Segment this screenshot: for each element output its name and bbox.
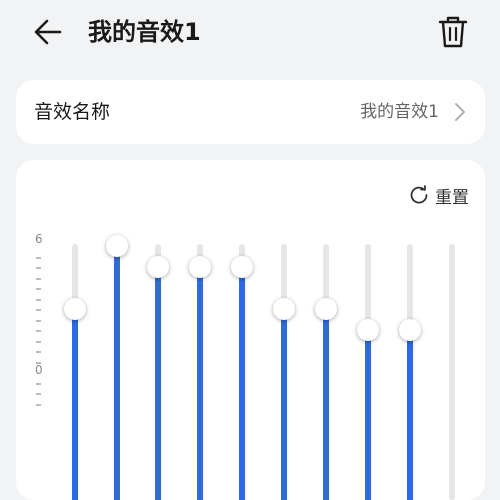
eq-band-fill	[239, 267, 245, 500]
trash-icon[interactable]	[436, 14, 470, 50]
eq-band-track[interactable]	[449, 244, 455, 500]
scale-tick	[36, 319, 41, 322]
page-title: 我的音效1	[88, 18, 201, 46]
scale-tick	[36, 393, 41, 395]
eq-band-knob[interactable]	[315, 298, 337, 320]
eq-band-fill	[72, 309, 78, 500]
effect-name-label: 音效名称	[34, 101, 111, 123]
reset-label: 重置	[435, 187, 469, 208]
scale-tick	[36, 267, 41, 269]
eq-band-knob[interactable]	[189, 256, 211, 278]
chevron-right-icon	[455, 103, 465, 121]
scale-tick	[36, 277, 41, 280]
eq-band-knob[interactable]	[399, 319, 421, 341]
scale-tick	[36, 298, 41, 301]
eq-band-knob[interactable]	[106, 235, 128, 257]
scale-tick	[36, 403, 41, 406]
reset-button[interactable]: 重置	[409, 182, 469, 208]
scale-top-label: 6	[35, 232, 43, 246]
eq-band-fill	[281, 309, 287, 500]
eq-band-fill	[407, 330, 413, 500]
effect-name-row[interactable]: 音效名称 我的音效1	[16, 80, 485, 144]
eq-band-fill	[114, 246, 120, 500]
scale-tick	[36, 382, 41, 385]
eq-band-fill	[155, 267, 161, 500]
eq-band-knob[interactable]	[231, 256, 253, 278]
scale-tick	[36, 330, 41, 332]
effect-name-value: 我的音效1	[360, 102, 439, 122]
scale-tick	[36, 309, 41, 311]
scale-tick	[36, 340, 41, 343]
equalizer-panel: 重置 6 0	[16, 160, 485, 500]
reset-icon	[410, 185, 428, 204]
eq-band-knob[interactable]	[273, 298, 295, 320]
top-bar: 我的音效1	[0, 0, 500, 64]
scale-tick	[36, 351, 41, 353]
arrow-left-icon[interactable]	[30, 14, 66, 50]
eq-band-fill	[365, 330, 371, 500]
scale-zero-label: 0	[35, 363, 43, 377]
scale-tick	[36, 256, 41, 259]
eq-band-fill	[197, 267, 203, 500]
eq-band-knob[interactable]	[147, 256, 169, 278]
scale-tick	[36, 361, 41, 364]
scale-tick	[36, 288, 41, 290]
eq-band-knob[interactable]	[357, 319, 379, 341]
eq-band-knob[interactable]	[64, 298, 86, 320]
eq-band-fill	[323, 309, 329, 500]
